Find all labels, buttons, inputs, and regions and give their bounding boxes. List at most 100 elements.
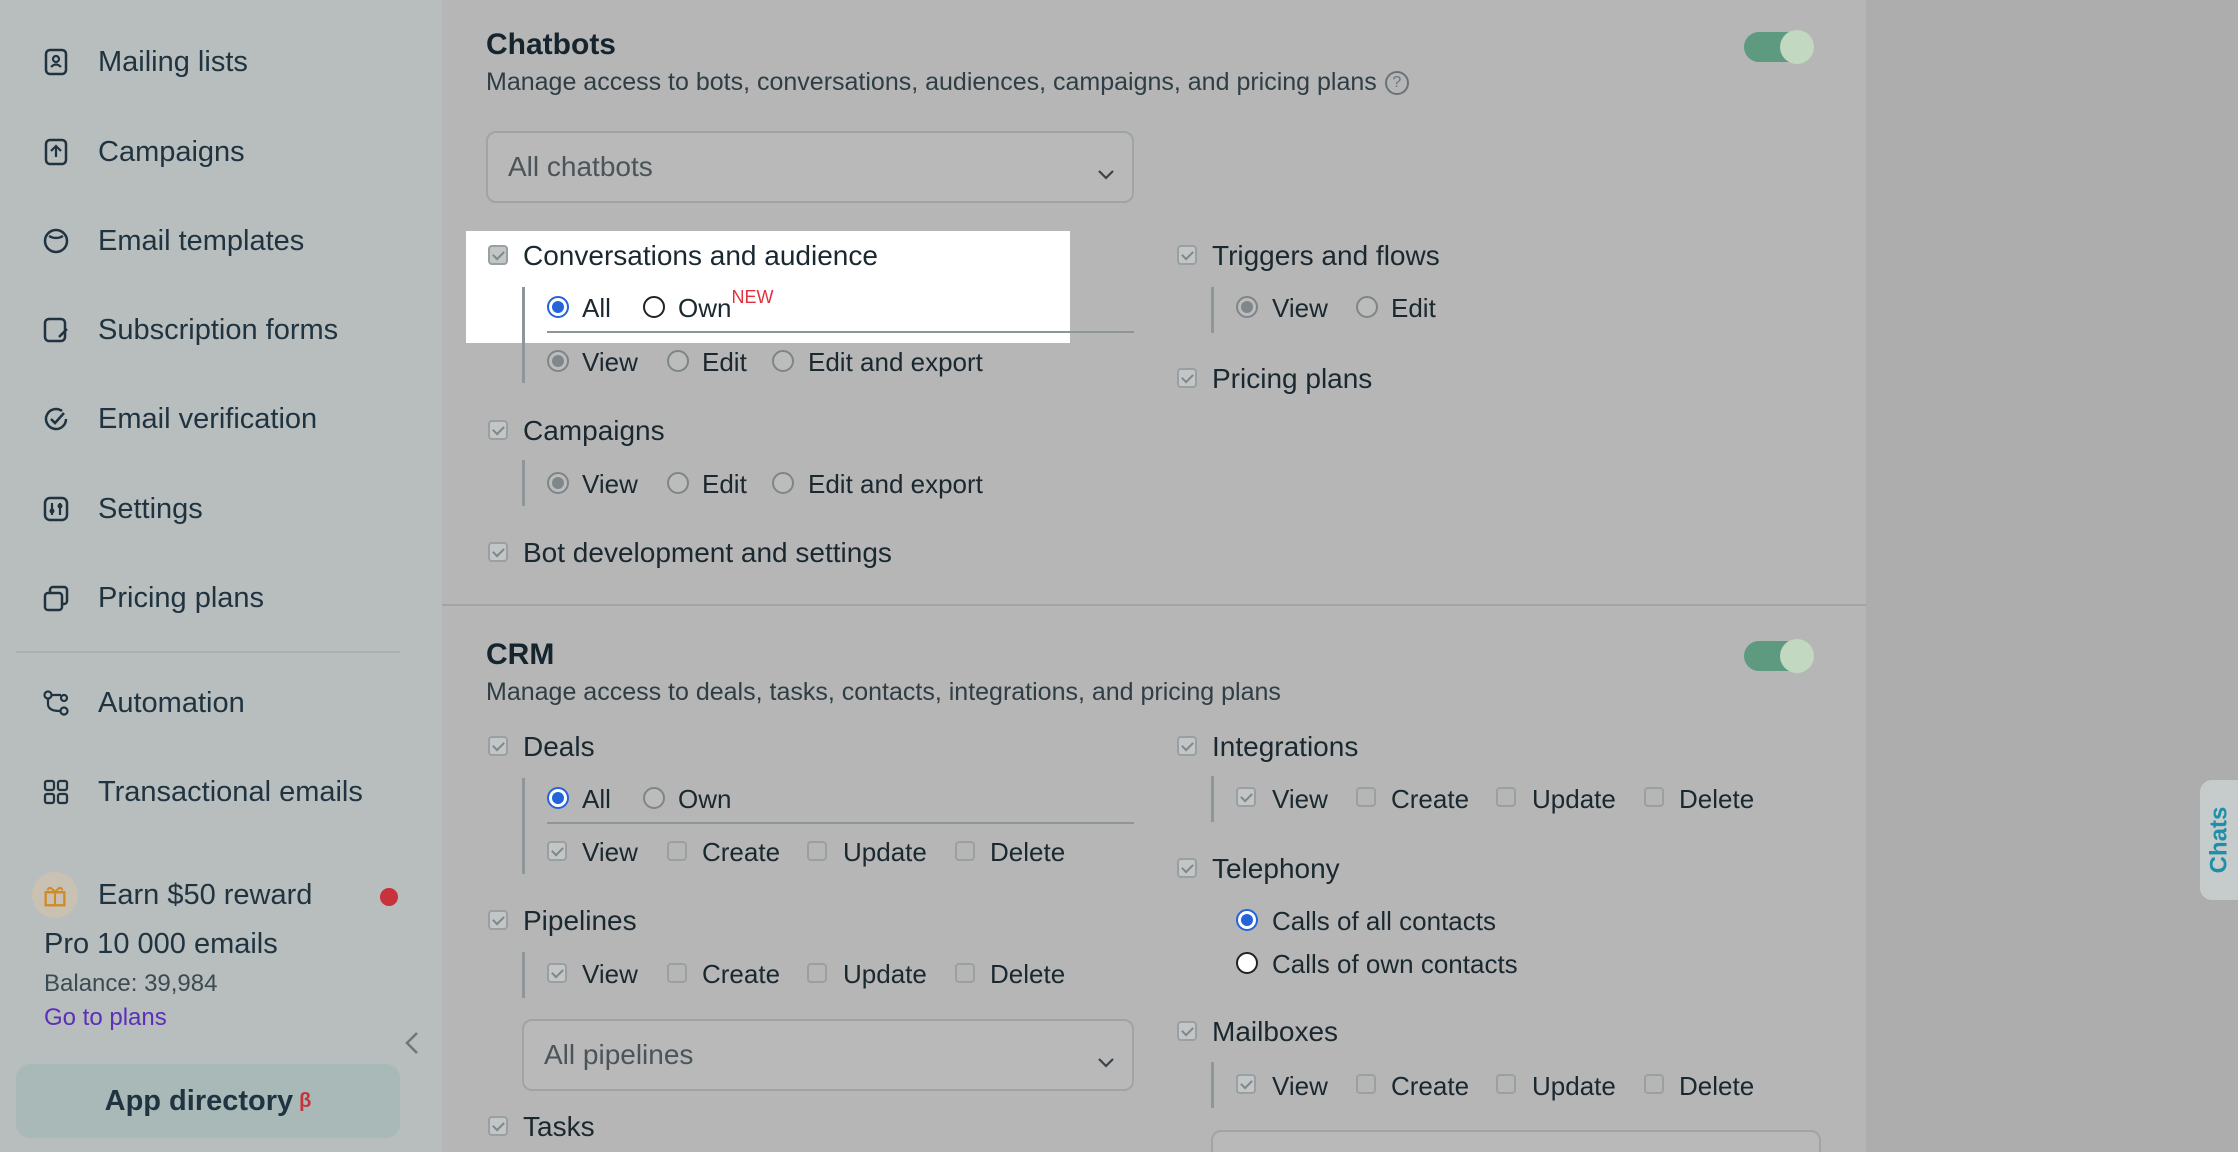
chevron-left-icon xyxy=(404,1030,420,1061)
triggers-edit-radio[interactable] xyxy=(1356,296,1378,318)
integrations-label: Integrations xyxy=(1212,731,1359,762)
conversations-edit-export-radio[interactable] xyxy=(772,350,794,372)
tasks-checkbox[interactable] xyxy=(488,1116,508,1136)
sidebar-item-settings[interactable]: Settings xyxy=(36,479,203,539)
sidebar-item-label: Automation xyxy=(98,686,245,719)
mailboxes-view-label: View xyxy=(1272,1071,1328,1101)
conversations-own-radio[interactable] xyxy=(643,296,665,318)
grid-icon xyxy=(36,772,76,812)
deals-all-radio[interactable] xyxy=(547,787,569,809)
triggers-view-radio[interactable] xyxy=(1236,296,1258,318)
sidebar-item-transactional-emails[interactable]: Transactional emails xyxy=(36,762,363,822)
app-directory-button[interactable]: App directory β xyxy=(16,1064,400,1138)
sidebar-item-label: Pricing plans xyxy=(98,581,265,614)
chevron-down-icon xyxy=(1096,1045,1116,1077)
crm-toggle[interactable] xyxy=(1744,639,1814,673)
integrations-create-checkbox[interactable] xyxy=(1356,787,1376,807)
toggle-knob xyxy=(1780,30,1814,64)
campaigns-edit-label: Edit xyxy=(702,469,747,499)
conversations-label: Conversations and audience xyxy=(523,240,878,271)
conversations-checkbox[interactable] xyxy=(488,245,508,265)
mailboxes-checkbox[interactable] xyxy=(1177,1021,1197,1041)
crm-description: Manage access to deals, tasks, contacts,… xyxy=(486,678,1281,706)
deals-update-checkbox[interactable] xyxy=(807,841,827,861)
go-to-plans-link[interactable]: Go to plans xyxy=(44,1004,167,1032)
conversations-view-radio[interactable] xyxy=(547,350,569,372)
sidebar-item-email-templates[interactable]: Email templates xyxy=(36,211,304,271)
telephony-own-contacts-radio[interactable] xyxy=(1236,952,1258,974)
triggers-label: Triggers and flows xyxy=(1212,240,1440,271)
integrations-update-label: Update xyxy=(1532,784,1616,814)
triggers-edit-label: Edit xyxy=(1391,293,1436,323)
mailboxes-update-checkbox[interactable] xyxy=(1496,1074,1516,1094)
integrations-update-checkbox[interactable] xyxy=(1496,787,1516,807)
beta-badge: β xyxy=(299,1089,312,1112)
integrations-checkbox[interactable] xyxy=(1177,736,1197,756)
pipelines-delete-label: Delete xyxy=(990,959,1066,989)
sidebar-item-label: Email templates xyxy=(98,224,305,257)
pipelines-select[interactable]: All pipelines xyxy=(522,1019,1134,1091)
sidebar-divider xyxy=(16,651,400,653)
indent-bar xyxy=(522,952,525,998)
sidebar-item-mailing-lists[interactable]: Mailing lists xyxy=(36,32,248,92)
pipelines-view-checkbox[interactable] xyxy=(547,963,567,983)
deals-delete-checkbox[interactable] xyxy=(955,841,975,861)
sidebar-item-automation[interactable]: Automation xyxy=(36,673,245,733)
pipelines-checkbox[interactable] xyxy=(488,910,508,930)
pricing-plans-label: Pricing plans xyxy=(1212,363,1373,394)
indent-bar xyxy=(1211,287,1214,333)
pipelines-delete-checkbox[interactable] xyxy=(955,963,975,983)
help-icon[interactable]: ? xyxy=(1384,71,1409,96)
deals-own-label: Own xyxy=(678,784,732,814)
sidebar-item-label: Transactional emails xyxy=(98,775,363,808)
mailboxes-label: Mailboxes xyxy=(1212,1016,1339,1047)
integrations-view-checkbox[interactable] xyxy=(1236,787,1256,807)
chatbots-select[interactable]: All chatbots xyxy=(486,131,1134,203)
campaigns-edit-radio[interactable] xyxy=(667,472,689,494)
conversations-all-radio[interactable] xyxy=(547,296,569,318)
sidebar-item-subscription-forms[interactable]: Subscription forms xyxy=(36,300,338,360)
sidebar-item-earn-reward[interactable]: Earn $50 reward xyxy=(32,865,312,925)
sidebar-item-campaigns[interactable]: Campaigns xyxy=(36,122,245,182)
chatbots-toggle[interactable] xyxy=(1744,30,1814,64)
integrations-delete-checkbox[interactable] xyxy=(1644,787,1664,807)
mailboxes-view-checkbox[interactable] xyxy=(1236,1074,1256,1094)
gift-icon xyxy=(32,872,78,918)
telephony-all-contacts-radio[interactable] xyxy=(1236,909,1258,931)
integrations-delete-label: Delete xyxy=(1679,784,1755,814)
upload-icon xyxy=(36,132,76,172)
mailboxes-delete-checkbox[interactable] xyxy=(1644,1074,1664,1094)
pipelines-update-checkbox[interactable] xyxy=(807,963,827,983)
pipelines-view-label: View xyxy=(582,959,638,989)
chatbots-title: Chatbots xyxy=(486,28,616,61)
flow-icon xyxy=(36,683,76,723)
campaigns-view-radio[interactable] xyxy=(547,472,569,494)
triggers-checkbox[interactable] xyxy=(1177,245,1197,265)
mailboxes-create-label: Create xyxy=(1391,1071,1470,1101)
sidebar-item-label: Campaigns xyxy=(98,135,245,168)
deals-own-radio[interactable] xyxy=(643,787,665,809)
triggers-view-label: View xyxy=(1272,293,1328,323)
sidebar: Mailing lists Campaigns Email templates … xyxy=(0,0,442,1152)
mailboxes-create-checkbox[interactable] xyxy=(1356,1074,1376,1094)
deals-view-checkbox[interactable] xyxy=(547,841,567,861)
sidebar-item-email-verification[interactable]: Email verification xyxy=(36,389,317,449)
conversations-edit-radio[interactable] xyxy=(667,350,689,372)
telephony-checkbox[interactable] xyxy=(1177,858,1197,878)
toggle-knob xyxy=(1780,639,1814,673)
sliders-icon xyxy=(36,489,76,529)
mailboxes-select[interactable] xyxy=(1211,1130,1821,1152)
collapse-sidebar-button[interactable] xyxy=(400,1030,424,1060)
chats-tab[interactable]: Chats xyxy=(2200,780,2238,900)
campaigns-edit-export-radio[interactable] xyxy=(772,472,794,494)
check-circle-icon xyxy=(36,399,76,439)
bot-development-checkbox[interactable] xyxy=(488,542,508,562)
pricing-plans-checkbox[interactable] xyxy=(1177,368,1197,388)
background-area xyxy=(1866,0,2238,1152)
telephony-own-contacts-label: Calls of own contacts xyxy=(1272,949,1518,979)
deals-checkbox[interactable] xyxy=(488,736,508,756)
deals-create-checkbox[interactable] xyxy=(667,841,687,861)
pipelines-create-checkbox[interactable] xyxy=(667,963,687,983)
sidebar-item-pricing-plans[interactable]: Pricing plans xyxy=(36,568,264,628)
campaigns-checkbox[interactable] xyxy=(488,420,508,440)
